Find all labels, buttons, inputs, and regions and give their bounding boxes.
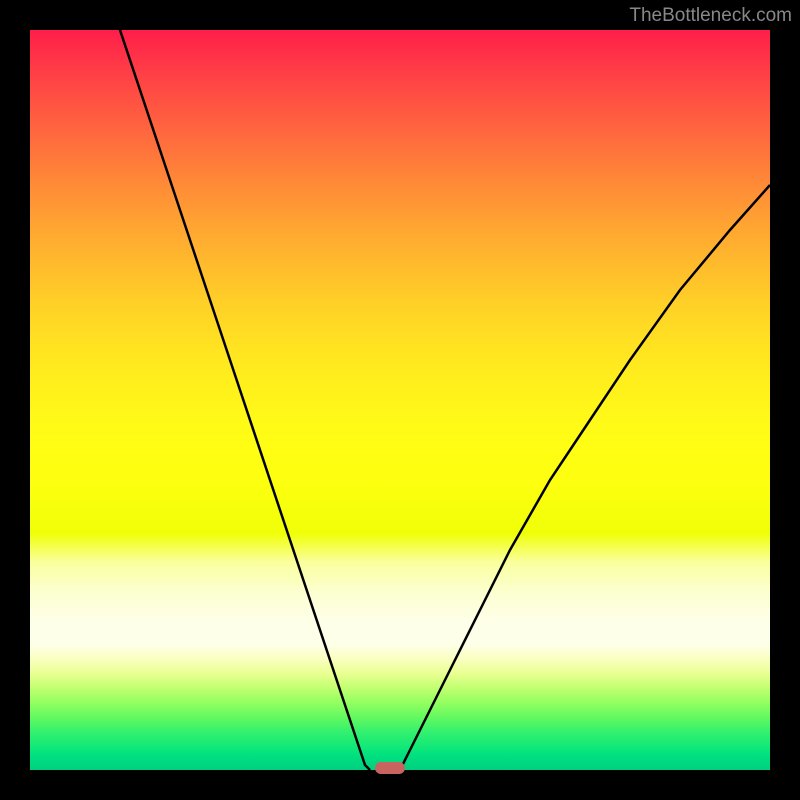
chart-curves [30, 30, 770, 770]
bottleneck-marker [375, 762, 405, 774]
watermark-text: TheBottleneck.com [629, 5, 792, 27]
right-curve-path [400, 185, 770, 770]
left-curve-path [120, 30, 370, 770]
